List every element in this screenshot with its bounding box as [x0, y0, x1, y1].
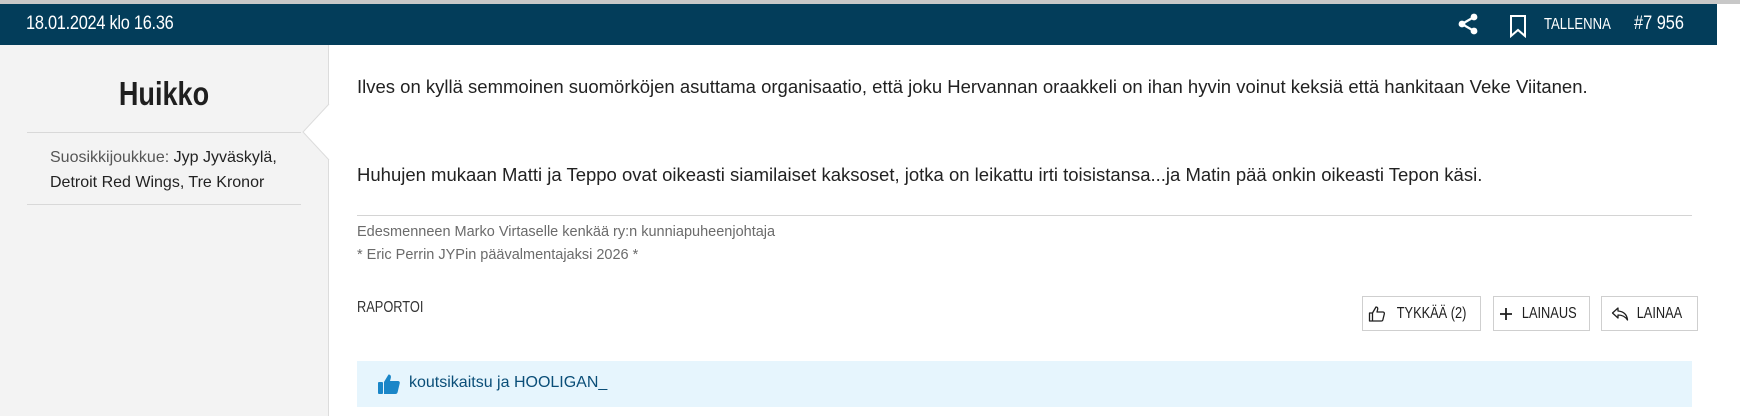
reply-icon — [1611, 306, 1629, 321]
post-header: 18.01.2024 klo 16.36 TALLENNA #7 956 — [0, 4, 1717, 45]
add-quote-button[interactable]: LAINAUS — [1493, 296, 1590, 331]
share-icon[interactable] — [1456, 12, 1480, 36]
like-button[interactable]: TYKKÄÄ (2) — [1362, 296, 1481, 331]
sidebar-divider — [27, 132, 301, 133]
plus-icon — [1500, 307, 1513, 320]
like-button-label: TYKKÄÄ (2) — [1396, 304, 1467, 322]
save-button[interactable]: TALLENNA — [1544, 16, 1611, 34]
signature-line: Edesmenneen Marko Virtaselle kenkää ry:n… — [357, 224, 776, 240]
report-button[interactable]: RAPORTOI — [357, 299, 423, 317]
sidebar-divider — [27, 204, 301, 205]
thumbs-up-icon — [378, 374, 400, 394]
sidebar-pointer — [302, 104, 330, 160]
add-quote-label: LAINAUS — [1522, 304, 1577, 322]
post-paragraph: Huhujen mukaan Matti ja Teppo ovat oikea… — [357, 164, 1483, 185]
post-date: 18.01.2024 klo 16.36 — [26, 13, 174, 34]
quote-label: LAINAA — [1636, 304, 1683, 322]
author-username[interactable]: Huikko — [30, 75, 299, 113]
post-content: Ilves on kyllä semmoinen suomörköjen asu… — [357, 45, 1698, 416]
signature-line: * Eric Perrin JYPin päävalmentajaksi 202… — [357, 247, 639, 263]
likes-bar: koutsikaitsu ja HOOLIGAN_ — [357, 361, 1692, 407]
signature-divider — [357, 215, 1692, 216]
page-margin — [1717, 4, 1740, 416]
post-number-link[interactable]: #7 956 — [1634, 13, 1684, 35]
bookmark-icon[interactable] — [1509, 14, 1527, 38]
favorite-teams: Suosikkijoukkue: Jyp Jyväskylä, Detroit … — [50, 145, 290, 195]
post-paragraph: Ilves on kyllä semmoinen suomörköjen asu… — [357, 76, 1588, 97]
likers-list[interactable]: koutsikaitsu ja HOOLIGAN_ — [409, 374, 607, 392]
thumbs-up-icon — [1368, 305, 1385, 322]
quote-button[interactable]: LAINAA — [1601, 296, 1698, 331]
author-sidebar: Huikko Suosikkijoukkue: Jyp Jyväskylä, D… — [0, 45, 329, 416]
favorite-teams-label: Suosikkijoukkue: — [50, 149, 170, 166]
